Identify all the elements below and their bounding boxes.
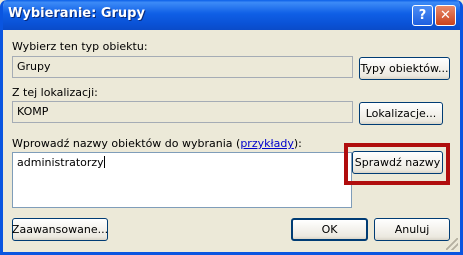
- ok-button[interactable]: OK: [291, 218, 368, 241]
- help-button[interactable]: ?: [412, 5, 433, 26]
- object-names-value: administratorzy: [17, 156, 104, 169]
- help-icon: ?: [418, 8, 427, 23]
- location-field: KOMP: [12, 101, 353, 123]
- location-label: Z tej lokalizacji:: [12, 86, 98, 99]
- names-label-prefix: Wprowadź nazwy obiektów do wybrania (: [12, 137, 241, 150]
- check-names-button[interactable]: Sprawdź nazwy: [352, 151, 443, 174]
- object-type-label: Wybierz ten typ obiektu:: [12, 40, 148, 53]
- close-icon: ✕: [440, 8, 451, 23]
- text-caret: [103, 156, 105, 168]
- object-type-field: Grupy: [12, 56, 353, 78]
- title-bar[interactable]: Wybieranie: Grupy ? ✕: [3, 0, 460, 30]
- examples-link[interactable]: przykłady: [240, 137, 294, 150]
- names-label-suffix: ):: [293, 137, 302, 150]
- advanced-button[interactable]: Zaawansowane...: [12, 218, 108, 241]
- object-types-button[interactable]: Typy obiektów...: [359, 57, 450, 80]
- close-button[interactable]: ✕: [435, 5, 456, 26]
- resize-grip-icon[interactable]: [446, 238, 458, 250]
- object-names-input[interactable]: administratorzy: [12, 152, 352, 208]
- cancel-button[interactable]: Anuluj: [374, 218, 450, 241]
- locations-button[interactable]: Lokalizacje...: [359, 102, 443, 125]
- window-title: Wybieranie: Grupy: [8, 6, 145, 21]
- dialog-window: Wybieranie: Grupy ? ✕ Wybierz ten typ ob…: [0, 0, 463, 255]
- names-label: Wprowadź nazwy obiektów do wybrania (prz…: [12, 137, 302, 150]
